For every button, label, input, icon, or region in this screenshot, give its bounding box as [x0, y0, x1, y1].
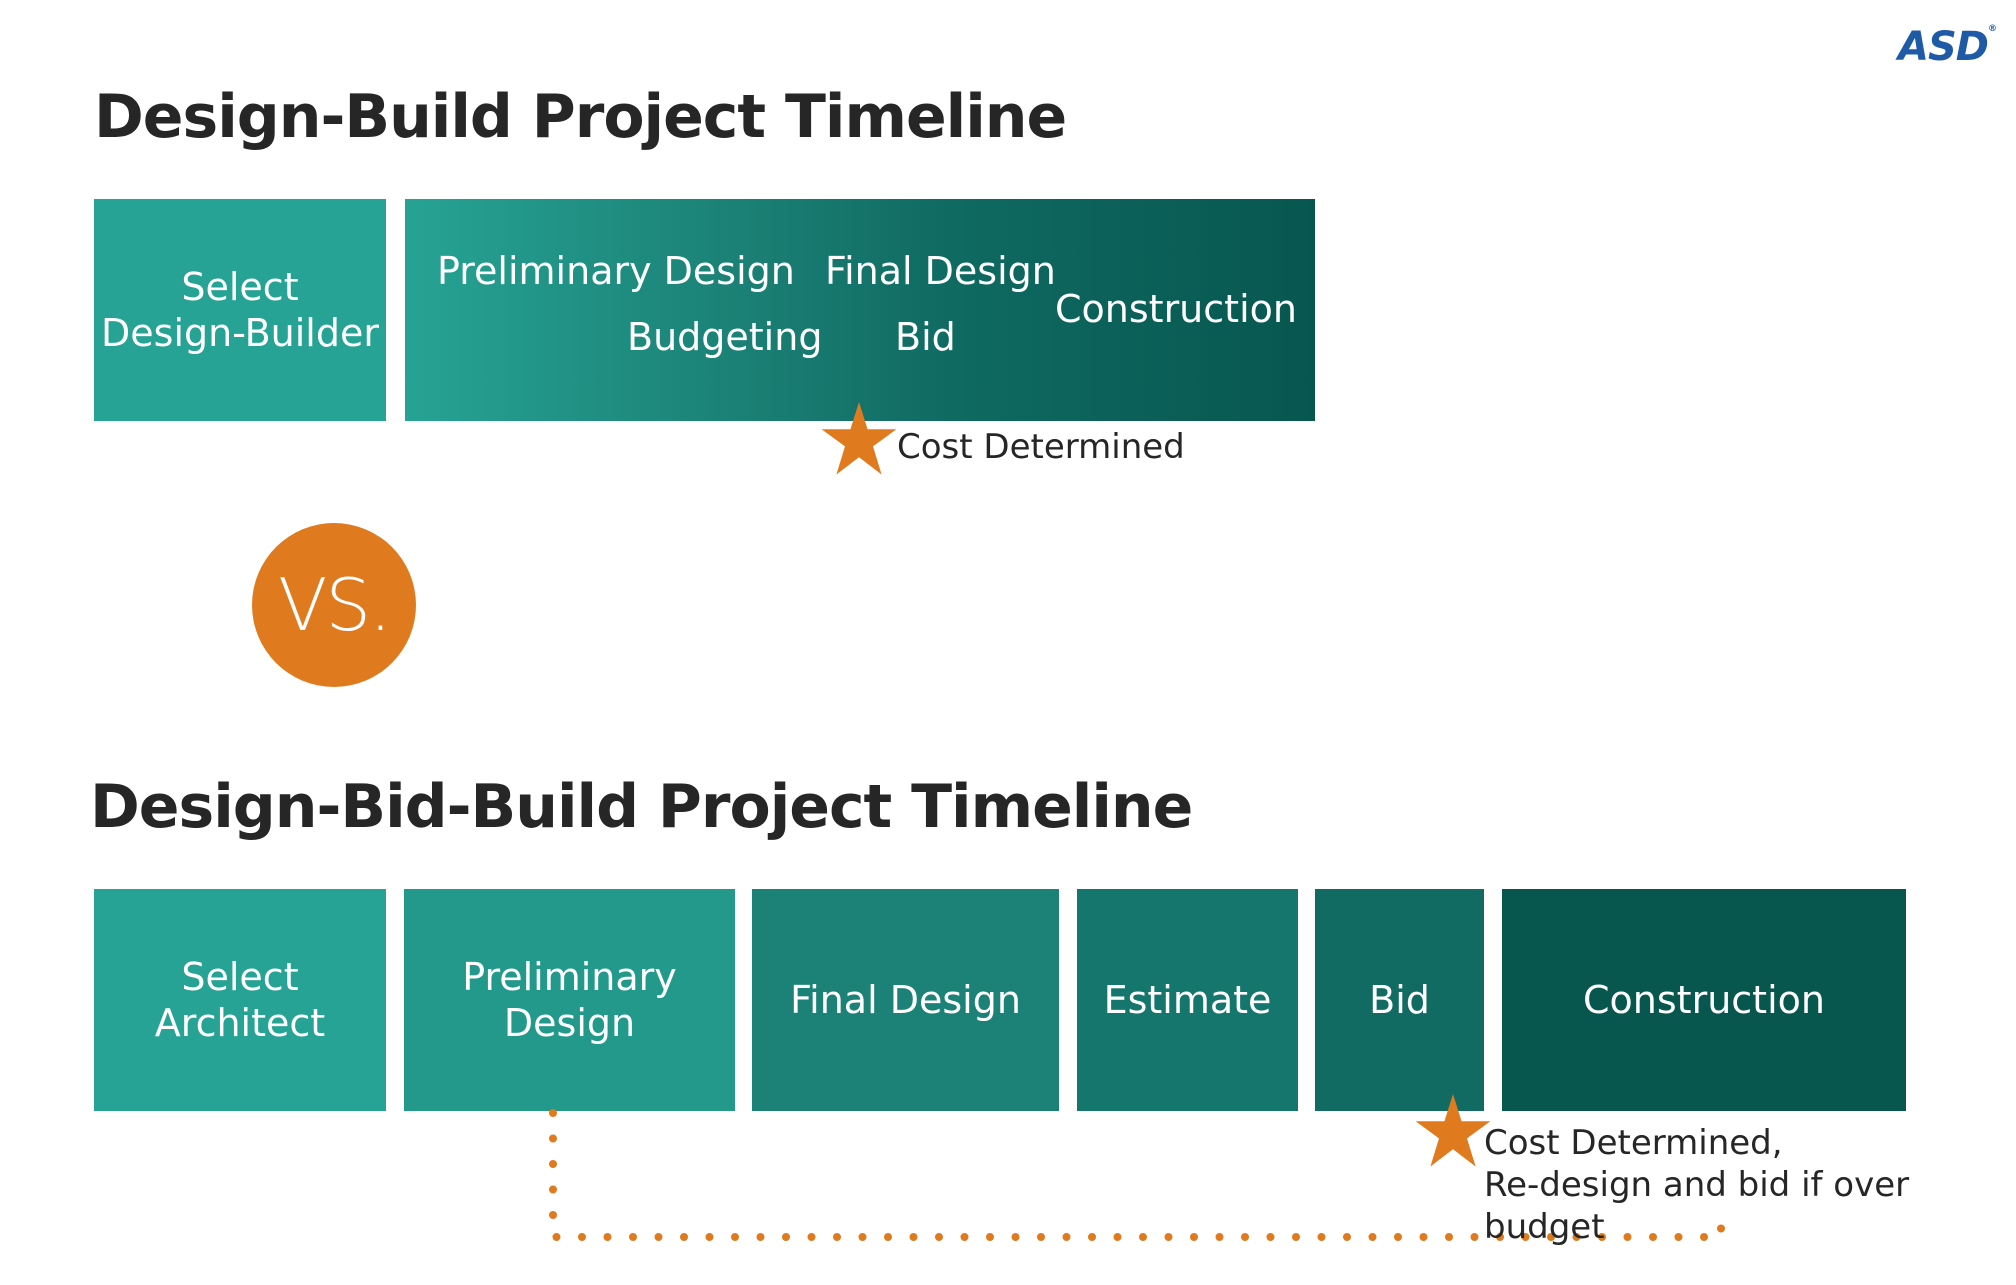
cost-determined-redesign-label: Cost Determined, Re-design and bid if ov…	[1484, 1123, 1910, 1247]
phase-box-final-design: Final Design	[752, 889, 1059, 1111]
phase-budgeting: Budgeting	[627, 315, 823, 359]
logo-text: ASD	[1898, 24, 1989, 70]
phase-box-bid: Bid	[1315, 889, 1484, 1111]
registered-mark: ®	[1987, 24, 1997, 34]
phase-box-estimate: Estimate	[1077, 889, 1298, 1111]
design-build-title: Design-Build Project Timeline	[94, 82, 1067, 152]
star-icon	[821, 402, 897, 475]
phase-final-design: Final Design	[825, 249, 1056, 293]
phase-box-preliminary-design: Preliminary Design	[404, 889, 735, 1111]
design-bid-build-title: Design-Bid-Build Project Timeline	[90, 772, 1193, 842]
phase-preliminary-design: Preliminary Design	[437, 249, 795, 293]
design-build-phase-bar: Preliminary Design Budgeting Final Desig…	[405, 199, 1315, 421]
cost-determined-label: Cost Determined	[897, 427, 1185, 467]
phase-construction: Construction	[1055, 287, 1297, 331]
vs-badge: VS.	[252, 523, 416, 687]
asd-logo: ASD®	[1898, 24, 1997, 70]
star-icon	[1415, 1094, 1491, 1167]
select-design-builder-box: Select Design-Builder	[94, 199, 386, 421]
phase-box-select-architect: Select Architect	[94, 889, 386, 1111]
phase-bid: Bid	[895, 315, 956, 359]
phase-box-construction: Construction	[1502, 889, 1906, 1111]
